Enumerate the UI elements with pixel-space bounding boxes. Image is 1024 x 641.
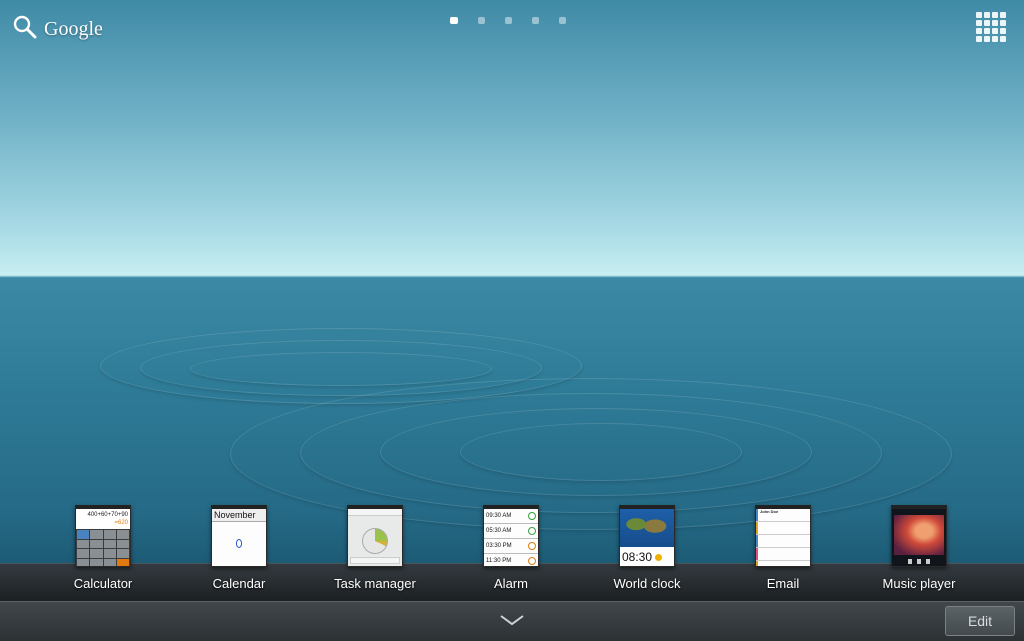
alarm-time: 11:30 PM <box>486 558 512 564</box>
album-art <box>894 515 944 555</box>
page-dot-3[interactable] <box>505 17 512 24</box>
world-clock-time: 08:30 <box>622 550 653 564</box>
alarm-time: 09:30 AM <box>486 513 512 519</box>
app-label: Music player <box>882 576 956 591</box>
app-label: Email <box>766 576 800 591</box>
google-search-label: Google <box>44 18 103 40</box>
chevron-down-icon[interactable] <box>499 612 525 633</box>
app-label: Alarm <box>494 576 528 591</box>
mini-app-calculator[interactable]: 400+60+70+90 =620 Calculator <box>38 505 168 591</box>
playback-controls-icon <box>892 559 946 566</box>
task-manager-thumbnail <box>347 505 403 567</box>
edit-button[interactable]: Edit <box>945 606 1015 636</box>
alarm-clock-icon <box>528 557 536 565</box>
calculator-thumbnail: 400+60+70+90 =620 <box>75 505 131 567</box>
apps-grid-icon[interactable] <box>976 12 1008 44</box>
mini-app-calendar[interactable]: November Calendar <box>174 505 304 591</box>
pie-chart-icon <box>362 528 388 554</box>
page-dot-5[interactable] <box>559 17 566 24</box>
music-player-thumbnail <box>891 505 947 567</box>
alarm-thumbnail: 09:30 AM 05:30 AM 03:30 PM 11:30 PM <box>483 505 539 567</box>
app-label: Calculator <box>73 576 133 591</box>
app-label: Calendar <box>212 576 266 591</box>
alarm-clock-icon <box>528 542 536 550</box>
sun-icon <box>655 553 663 561</box>
alarm-clock-icon <box>528 527 536 535</box>
calculator-expression: 400+60+70+90 <box>87 512 128 518</box>
alarm-time: 05:30 AM <box>486 528 512 534</box>
mini-app-world-clock[interactable]: 08:30 World clock <box>582 505 712 591</box>
ripple <box>190 352 492 386</box>
mini-app-task-manager[interactable]: Task manager <box>310 505 440 591</box>
app-label: Task manager <box>334 576 416 591</box>
email-sender: John Doe <box>760 509 779 514</box>
mini-app-email[interactable]: John Doe Email <box>718 505 848 591</box>
page-dot-4[interactable] <box>532 17 539 24</box>
page-dot-2[interactable] <box>478 17 485 24</box>
app-label: World clock <box>613 576 681 591</box>
google-search-widget[interactable]: Google <box>12 14 103 45</box>
search-icon <box>12 14 38 45</box>
world-clock-thumbnail: 08:30 <box>619 505 675 567</box>
world-map-icon <box>620 509 674 547</box>
calculator-result: =620 <box>114 520 128 526</box>
ripple <box>460 423 742 481</box>
calendar-thumbnail: November <box>211 505 267 567</box>
alarm-clock-icon <box>528 512 536 520</box>
page-dot-1[interactable] <box>450 17 458 24</box>
calendar-month: November <box>212 509 266 522</box>
alarm-time: 03:30 PM <box>486 543 512 549</box>
page-indicator <box>450 17 566 24</box>
mini-app-music-player[interactable]: Music player <box>854 505 984 591</box>
email-thumbnail: John Doe <box>755 505 811 567</box>
mini-app-alarm[interactable]: 09:30 AM 05:30 AM 03:30 PM 11:30 PM Alar… <box>446 505 576 591</box>
